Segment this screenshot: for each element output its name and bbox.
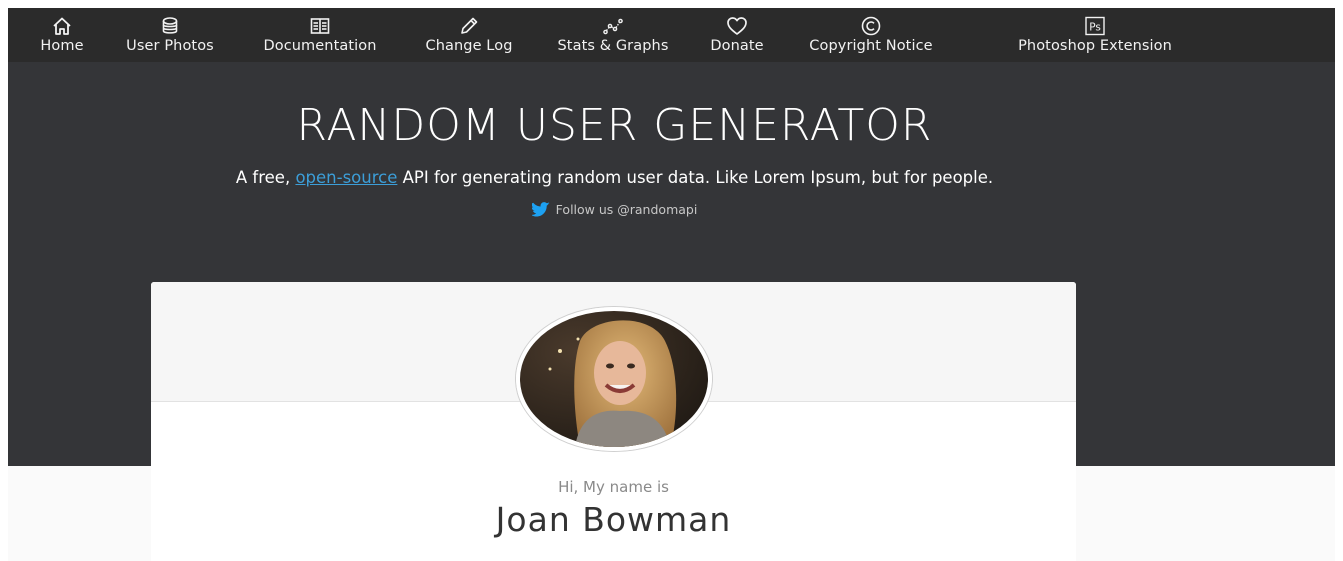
avatar-photo xyxy=(520,311,708,447)
user-name: Joan Bowman xyxy=(495,500,732,539)
photoshop-icon-text: Ps xyxy=(1089,22,1101,34)
twitter-icon xyxy=(531,202,550,217)
top-navbar: Home User Photos Documentation Change Lo… xyxy=(8,8,1335,62)
nav-user-photos[interactable]: User Photos xyxy=(114,10,226,60)
nav-label: Documentation xyxy=(263,38,377,54)
nav-donate[interactable]: Donate xyxy=(702,10,772,60)
nav-photoshop-extension[interactable]: Ps Photoshop Extension xyxy=(998,10,1192,60)
photoshop-icon: Ps xyxy=(1085,16,1105,36)
page: Home User Photos Documentation Change Lo… xyxy=(8,8,1335,561)
subtitle-suffix: API for generating random user data. Lik… xyxy=(397,168,994,187)
nav-stats-graphs[interactable]: Stats & Graphs xyxy=(546,10,680,60)
follow-link[interactable]: Follow us @randomapi xyxy=(8,202,1221,217)
hero-subtitle: A free, open-source API for generating r… xyxy=(8,168,1221,187)
name-greeting: Hi, My name is xyxy=(558,478,669,496)
nav-label: Copyright Notice xyxy=(809,38,933,54)
coins-icon xyxy=(162,17,178,34)
pencil-icon xyxy=(461,17,478,34)
open-source-link[interactable]: open-source xyxy=(295,168,397,187)
follow-text: Follow us @randomapi xyxy=(555,202,698,217)
nav-home[interactable]: Home xyxy=(34,10,90,60)
nav-label: Donate xyxy=(710,38,764,54)
nav-label: Home xyxy=(40,38,84,54)
avatar xyxy=(516,307,712,451)
nav-label: Change Log xyxy=(425,38,513,54)
nav-copyright-notice[interactable]: Copyright Notice xyxy=(794,10,948,60)
graph-icon xyxy=(603,18,623,35)
heart-icon xyxy=(727,17,747,35)
nav-label: Stats & Graphs xyxy=(557,38,669,54)
nav-label: User Photos xyxy=(126,38,214,54)
page-title: RANDOM USER GENERATOR xyxy=(296,100,933,151)
nav-change-log[interactable]: Change Log xyxy=(414,10,524,60)
copyright-icon xyxy=(861,16,881,36)
book-icon xyxy=(310,18,330,34)
nav-documentation[interactable]: Documentation xyxy=(249,10,391,60)
subtitle-prefix: A free, xyxy=(235,168,296,187)
home-icon xyxy=(53,17,71,35)
user-card: Hi, My name is Joan Bowman xyxy=(151,282,1076,561)
nav-label: Photoshop Extension xyxy=(1018,38,1172,54)
